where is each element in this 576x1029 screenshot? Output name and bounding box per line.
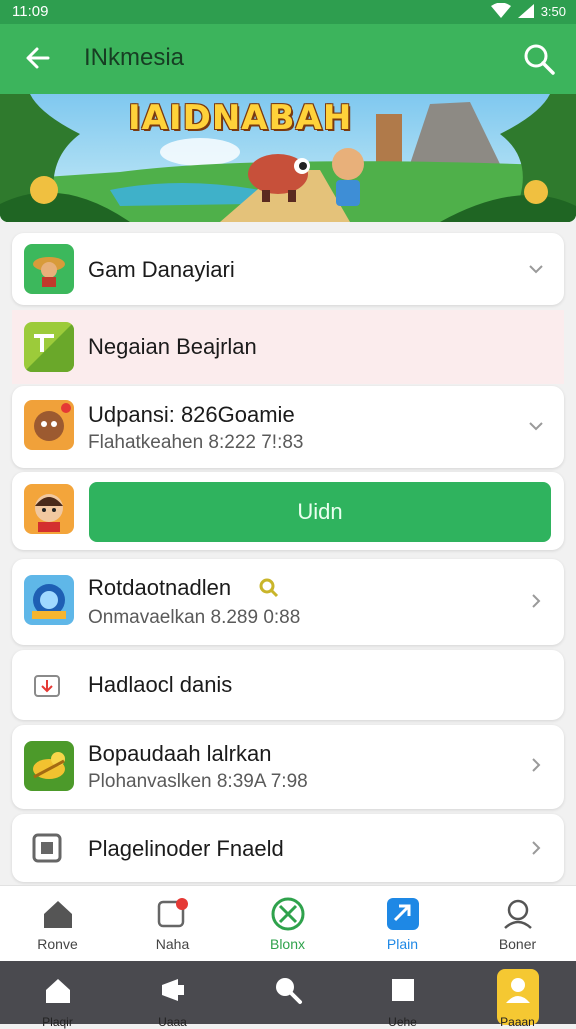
game-icon xyxy=(24,400,74,450)
chevron-down-icon[interactable] xyxy=(526,259,546,279)
status-time: 11:09 xyxy=(12,3,49,20)
banner-title: IAIDNABAH xyxy=(128,98,353,138)
list-item[interactable]: Udpansi: 826Goamie Flahatkeahen 8:222 7!… xyxy=(12,386,564,468)
square-icon xyxy=(392,979,414,1001)
user-icon xyxy=(504,899,532,929)
list-item[interactable]: Bopaudaah lalrkan Plohanvaslken 8:39A 7:… xyxy=(12,725,564,809)
system-icons: 3:50 xyxy=(490,3,566,19)
tab-profile[interactable]: Boner xyxy=(460,886,575,962)
home-icon xyxy=(44,901,72,928)
nav-label: Plaqir xyxy=(42,1015,73,1029)
list-item-title: Hadlaocl danis xyxy=(88,672,233,697)
list-item[interactable]: Hadlaocl danis xyxy=(12,650,564,720)
tab-home[interactable]: Ronve xyxy=(0,886,115,962)
close-circle-icon xyxy=(271,897,305,931)
tab-label: Blonx xyxy=(269,936,306,952)
list-item-title: Gam Danayiari xyxy=(88,257,235,282)
nav-home[interactable]: Plaqir xyxy=(0,961,115,1029)
back-arrow-icon[interactable] xyxy=(22,42,54,74)
tab-label: Plain xyxy=(386,936,419,952)
wifi-icon xyxy=(490,3,511,18)
chevron-down-icon[interactable] xyxy=(526,416,546,436)
list-item-subtitle: Onmavaelkan 8.289 0:88 xyxy=(88,607,301,628)
game-banner[interactable]: IAIDNABAH xyxy=(0,94,576,222)
bottom-nav: Plaqir Uaaa Uehe Paaan xyxy=(0,961,576,1029)
nav-profile[interactable]: Paaan xyxy=(460,961,575,1029)
nav-search[interactable] xyxy=(230,961,345,1024)
list-item-title: Negaian Beajrlan xyxy=(88,334,257,359)
game-icon xyxy=(24,244,74,294)
tab-label: Naha xyxy=(155,936,190,952)
list-item-title: Udpansi: 826Goamie xyxy=(88,402,295,427)
nav-label: Paaan xyxy=(500,1015,535,1029)
tab-label: Boner xyxy=(498,936,537,952)
list-item[interactable]: Gam Danayiari xyxy=(12,233,564,305)
list-item-title: Bopaudaah lalrkan xyxy=(88,741,272,766)
tag-icon xyxy=(387,898,419,930)
search-badge-icon xyxy=(259,578,279,598)
list-item[interactable]: Rotdaotnadlen Onmavaelkan 8.289 0:88 xyxy=(12,559,564,645)
tab-blonx[interactable]: Blonx xyxy=(230,886,345,962)
list-item: Uidn xyxy=(12,472,564,550)
game-icon xyxy=(24,741,74,791)
list-item[interactable]: Plagelinoder Fnaeld xyxy=(12,814,564,882)
user-icon xyxy=(506,978,530,1003)
nav-share[interactable]: Uaaa xyxy=(115,961,230,1029)
share-icon xyxy=(162,979,184,1001)
game-icon xyxy=(24,484,74,534)
battery-indicator: 3:50 xyxy=(540,3,566,19)
list-item-subtitle: Flahatkeahen 8:222 7!:83 xyxy=(88,432,304,453)
tab-bar: Ronve Naha Blonx Plain Boner xyxy=(0,885,576,962)
search-icon xyxy=(276,978,302,1004)
page-title: INkmesia xyxy=(84,44,185,71)
nav-label: Uaaa xyxy=(158,1015,187,1029)
game-icon xyxy=(24,322,74,372)
primary-action-button[interactable]: Uidn xyxy=(89,482,551,542)
list-item-title: Rotdaotnadlen xyxy=(88,575,232,600)
search-icon[interactable] xyxy=(522,42,556,76)
nav-label: Uehe xyxy=(388,1015,417,1029)
game-icon xyxy=(24,575,74,625)
nav-square[interactable]: Uehe xyxy=(345,961,460,1029)
list-item-subtitle: Plohanvaslken 8:39A 7:98 xyxy=(88,771,308,792)
square-icon xyxy=(32,833,62,863)
list-item-title: Plagelinoder Fnaeld xyxy=(88,836,284,861)
list-item[interactable]: Negaian Beajrlan xyxy=(12,310,564,384)
signal-icon xyxy=(517,4,534,18)
chevron-right-icon[interactable] xyxy=(526,591,546,611)
home-icon xyxy=(46,979,70,1003)
chevron-right-icon[interactable] xyxy=(526,838,546,858)
download-icon xyxy=(34,675,60,697)
chevron-right-icon[interactable] xyxy=(526,755,546,775)
tab-label: Ronve xyxy=(37,936,78,952)
app-bar: INkmesia xyxy=(0,24,576,94)
message-icon xyxy=(157,898,188,928)
status-bar: 11:09 3:50 xyxy=(0,0,576,24)
tab-plain[interactable]: Plain xyxy=(345,886,460,962)
tab-notifications[interactable]: Naha xyxy=(115,886,230,962)
